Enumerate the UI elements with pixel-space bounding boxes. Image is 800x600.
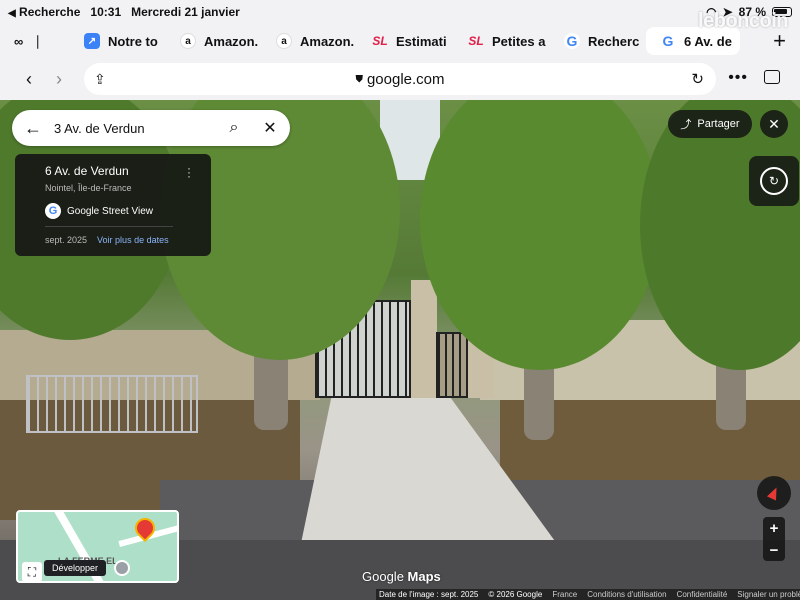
shield-icon: ⛊ bbox=[355, 73, 363, 85]
share-icon: ⤴ bbox=[680, 119, 692, 131]
clock: 10:31 bbox=[90, 5, 122, 19]
location-info-card: 6 Av. de Verdun Nointel, Île-de-France ·… bbox=[15, 154, 211, 256]
forward-chevron-icon[interactable]: › bbox=[44, 69, 74, 90]
url-bar: ‹ › ⇪ ⛊ google.com ↻ ••• bbox=[0, 58, 800, 100]
expand-tooltip: Développer bbox=[44, 560, 107, 576]
close-street-view-button[interactable]: ✕ bbox=[760, 110, 788, 138]
sl-icon: SL bbox=[468, 34, 484, 48]
google-maps-logo: Google Maps bbox=[362, 569, 441, 584]
tab-notre-to[interactable]: ↗ Notre to bbox=[70, 27, 166, 55]
terms-link[interactable]: Conditions d'utilisation bbox=[587, 590, 666, 599]
status-bar: ◀ Recherche 10:31 Mercredi 21 janvier ◠ … bbox=[0, 0, 800, 24]
sl-icon: SL bbox=[372, 34, 388, 48]
back-to-app[interactable]: ◀ Recherche bbox=[8, 5, 80, 19]
search-query[interactable]: 3 Av. de Verdun bbox=[54, 121, 218, 136]
imagery-source: Google Street View bbox=[67, 205, 153, 217]
expand-icon[interactable]: ⛶ bbox=[22, 562, 42, 581]
back-triangle-icon: ◀ bbox=[8, 8, 16, 19]
tab-estimati[interactable]: SL Estimati bbox=[358, 27, 454, 55]
capture-date: sept. 2025 bbox=[45, 235, 88, 245]
back-chevron-icon[interactable]: ‹ bbox=[14, 69, 44, 90]
place-marker-icon bbox=[114, 560, 130, 576]
reload-icon[interactable]: ↻ bbox=[691, 70, 704, 88]
google-logo-icon: G bbox=[45, 203, 61, 219]
amazon-icon: a bbox=[276, 33, 292, 49]
copyright: © 2026 Google bbox=[488, 590, 543, 599]
image-date: Date de l'image : sept. 2025 bbox=[379, 590, 479, 599]
amazon-icon: a bbox=[180, 33, 196, 49]
tab-bar: ∞ ｜ ↗ Notre to a Amazon. a Amazon. SL Es… bbox=[0, 24, 800, 58]
tab-amazon-2[interactable]: a Amazon. bbox=[262, 27, 358, 55]
metal-barrier bbox=[26, 375, 198, 433]
report-problem-link[interactable]: Signaler un problème bbox=[737, 590, 800, 599]
tab-amazon-1[interactable]: a Amazon. bbox=[166, 27, 262, 55]
more-icon[interactable]: ••• bbox=[728, 69, 748, 87]
divider bbox=[45, 226, 173, 227]
tabs-overview-icon[interactable] bbox=[764, 70, 780, 84]
tab-reader-label: ｜ bbox=[31, 34, 45, 50]
date: Mercredi 21 janvier bbox=[131, 5, 240, 19]
tab-reader[interactable]: ∞ ｜ bbox=[8, 27, 70, 55]
zoom-in-button[interactable]: + bbox=[763, 517, 785, 539]
address-locality: Nointel, Île-de-France bbox=[45, 183, 132, 193]
google-icon: G bbox=[564, 33, 580, 49]
watermark-logo: leboncoin bbox=[698, 10, 788, 32]
gate-pillar bbox=[411, 280, 437, 398]
more-dates-link[interactable]: Voir plus de dates bbox=[97, 235, 169, 245]
share-icon[interactable]: ⇪ bbox=[94, 71, 106, 88]
address-title: 6 Av. de Verdun bbox=[45, 164, 129, 178]
more-options-icon[interactable]: · · · bbox=[187, 162, 191, 182]
privacy-link[interactable]: Confidentialité bbox=[677, 590, 728, 599]
compass-needle-icon bbox=[766, 485, 782, 501]
attribution-bar: Date de l'image : sept. 2025 © 2026 Goog… bbox=[376, 589, 800, 600]
search-icon[interactable]: ⌕ bbox=[218, 119, 250, 137]
maps-search-box[interactable]: ← 3 Av. de Verdun ⌕ ✕ bbox=[12, 110, 290, 146]
glasses-icon: ∞ bbox=[14, 33, 24, 49]
back-arrow-icon[interactable]: ← bbox=[12, 118, 54, 139]
zoom-out-button[interactable]: − bbox=[763, 539, 785, 561]
blue-icon: ↗ bbox=[84, 33, 100, 49]
zoom-controls: + − bbox=[763, 517, 785, 561]
compass-button[interactable] bbox=[757, 476, 791, 510]
rotate-view-button[interactable]: ↻ bbox=[749, 156, 799, 206]
share-button[interactable]: ⤴ Partager bbox=[668, 110, 752, 138]
rotate-360-icon: ↻ bbox=[760, 167, 788, 195]
tab-recherc[interactable]: G Recherc bbox=[550, 27, 646, 55]
close-icon: ✕ bbox=[768, 115, 780, 132]
country-link[interactable]: France bbox=[552, 590, 577, 599]
side-gate bbox=[436, 332, 468, 398]
google-icon: G bbox=[660, 33, 676, 49]
close-icon[interactable]: ✕ bbox=[250, 118, 290, 138]
url-text: google.com bbox=[366, 70, 445, 88]
tab-petites-a[interactable]: SL Petites a bbox=[454, 27, 550, 55]
address-field[interactable]: ⇪ ⛊ google.com ↻ bbox=[84, 63, 716, 95]
